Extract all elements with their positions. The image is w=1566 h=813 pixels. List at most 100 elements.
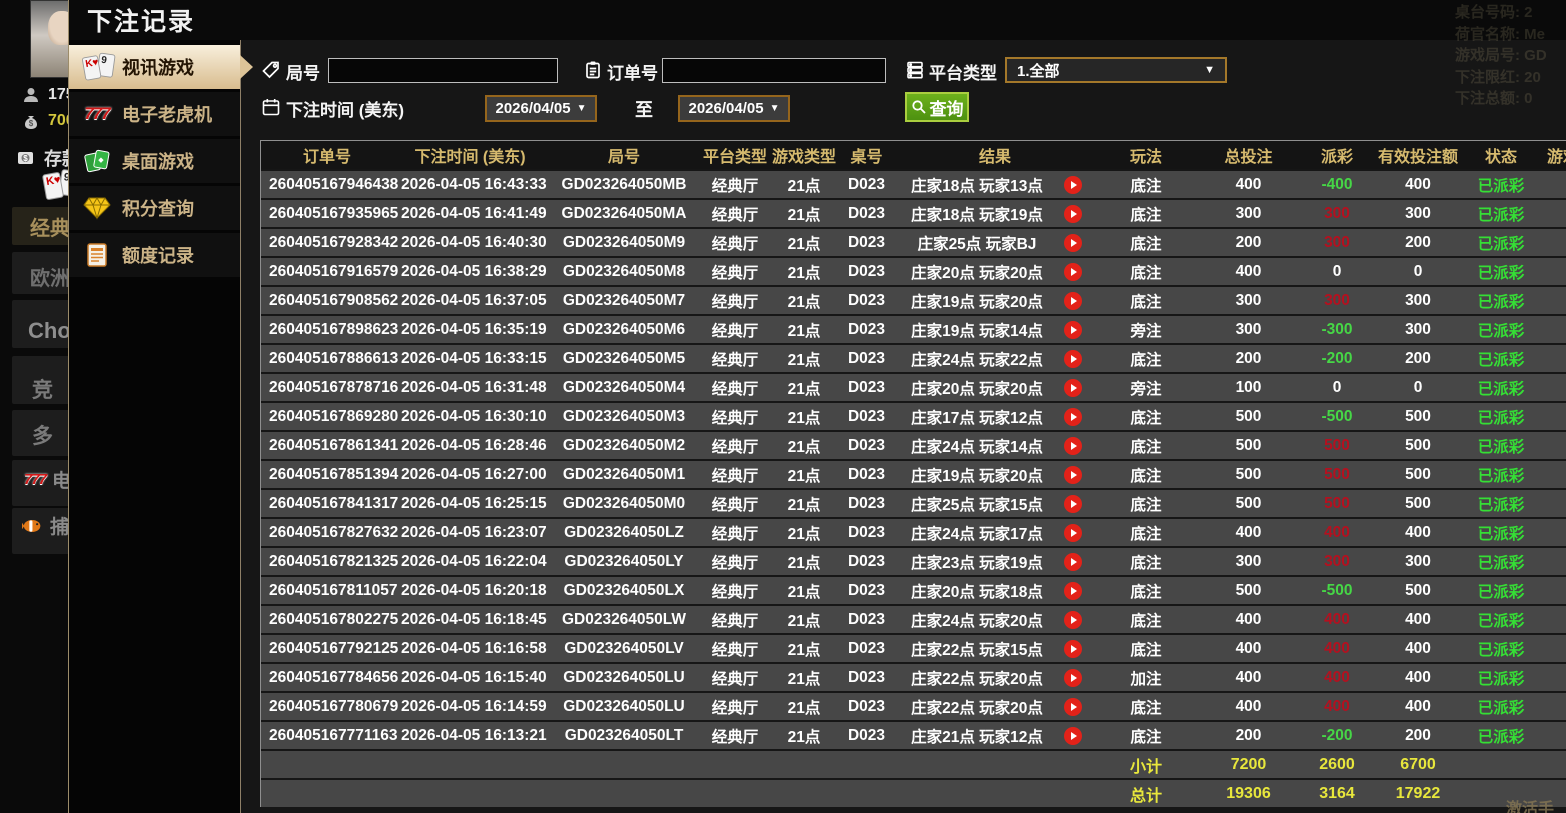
platform-list-icon [905, 60, 925, 80]
round-input[interactable] [328, 58, 558, 83]
menu-item-0[interactable]: K♥ 9 视讯游戏 [69, 45, 240, 89]
cell-game-type: 21点 [787, 206, 821, 224]
order-input[interactable] [662, 58, 886, 83]
menu-item-label: 视讯游戏 [122, 58, 194, 78]
cell-result: 庄家20点 玩家20点 [894, 377, 1096, 399]
cell-game-type: 21点 [787, 351, 821, 369]
play-video-icon[interactable] [1064, 581, 1082, 600]
bg-nav-jingmi[interactable]: 竞 [32, 374, 53, 404]
cell-platform: 经典厅 [711, 496, 759, 514]
cell-time: 2026-04-05 16:16:58 [401, 639, 547, 657]
date-from-picker[interactable]: 2026/04/05 ▼ [485, 95, 597, 122]
play-video-icon[interactable] [1064, 465, 1082, 484]
table-body: 260405167946438 2026-04-05 16:43:33 GD0232… [261, 171, 1566, 749]
cell-order: 260405167928342 [269, 233, 399, 251]
cell-status: 已派彩 [1477, 438, 1525, 456]
cell-bet: 400 [1235, 262, 1262, 280]
cell-round: GD023264050LU [563, 668, 685, 686]
play-video-icon[interactable] [1064, 233, 1082, 252]
play-video-icon[interactable] [1064, 436, 1082, 455]
cell-game-type: 21点 [787, 264, 821, 282]
svg-text:◆: ◆ [98, 157, 104, 164]
cell-round: GD023264050M1 [562, 465, 686, 483]
cell-order: 260405167878716 [269, 378, 399, 396]
play-video-icon[interactable] [1064, 378, 1082, 397]
play-video-icon[interactable] [1064, 407, 1082, 426]
query-button[interactable]: 查询 [905, 92, 969, 122]
play-video-icon[interactable] [1064, 668, 1082, 687]
cell-bet: 400 [1235, 639, 1262, 657]
cell-bet: 400 [1235, 610, 1262, 628]
cell-table: D023 [847, 726, 886, 744]
cell-play-type: 底注 [1130, 525, 1162, 543]
play-video-icon[interactable] [1064, 726, 1082, 745]
play-video-icon[interactable] [1064, 697, 1082, 716]
play-video-icon[interactable] [1064, 320, 1082, 339]
cell-game-type: 21点 [787, 699, 821, 717]
cell-table: D023 [847, 552, 886, 570]
play-video-icon[interactable] [1064, 523, 1082, 542]
cell-bet: 400 [1235, 697, 1262, 715]
play-video-icon[interactable] [1064, 349, 1082, 368]
date-to-picker[interactable]: 2026/04/05 ▼ [678, 95, 790, 122]
bg-nav-fishing[interactable]: 捕 [22, 512, 69, 539]
cell-status: 已派彩 [1477, 409, 1525, 427]
cell-order: 260405167771163 [269, 726, 398, 744]
bg-nav-duotai[interactable]: 多 [32, 420, 53, 450]
cell-order: 260405167898623 [269, 320, 399, 338]
cell-play-type: 底注 [1130, 264, 1162, 282]
column-header-7: 玩法 [1129, 149, 1162, 166]
table-row: 260405167841317 2026-04-05 16:25:15 GD0232… [261, 490, 1566, 517]
cell-game-type: 21点 [787, 293, 821, 311]
cell-table: D023 [847, 233, 886, 251]
cell-time: 2026-04-05 16:23:07 [401, 523, 547, 541]
play-video-icon[interactable] [1064, 639, 1082, 658]
cell-payout: -500 [1321, 407, 1353, 425]
cell-status: 已派彩 [1477, 467, 1525, 485]
cell-play-type: 底注 [1130, 293, 1162, 311]
play-video-icon[interactable] [1064, 291, 1082, 310]
bg-nav-europe[interactable]: 欧洲 [30, 262, 70, 291]
cell-status: 已派彩 [1477, 235, 1525, 253]
play-video-icon[interactable] [1064, 552, 1082, 571]
cell-round: GD023264050LU [563, 697, 685, 715]
cell-round: GD023264050M9 [562, 233, 686, 251]
cell-platform: 经典厅 [711, 728, 759, 746]
cell-valid: 500 [1405, 436, 1431, 454]
play-video-icon[interactable] [1064, 175, 1082, 194]
cell-order: 260405167946438 [269, 175, 399, 193]
menu-item-2[interactable]: ◆ 桌面游戏 [69, 139, 240, 183]
modal-title-bar: 下注记录 [69, 0, 1566, 40]
cell-result: 庄家21点 玩家12点 [894, 725, 1096, 747]
play-video-icon[interactable] [1064, 494, 1082, 513]
cell-order: 260405167780679 [269, 697, 399, 715]
menu-item-1[interactable]: 777 电子老虎机 [69, 92, 240, 136]
cell-valid: 500 [1405, 494, 1431, 512]
cell-bet: 200 [1235, 233, 1262, 251]
menu-item-3[interactable]: 积分查询 [69, 186, 240, 230]
betting-records-modal: 下注记录 K♥ 9 视讯游戏 777 电子老虎机 ◆ 桌面游戏 积分查询 额度记录 局号 订单号… [68, 0, 1566, 813]
play-video-icon[interactable] [1064, 610, 1082, 629]
cell-result: 庄家19点 玩家20点 [894, 290, 1096, 312]
bg-nav-classic[interactable]: 经典 [30, 212, 70, 241]
platform-select[interactable]: 1.全部 ▼ [1005, 57, 1227, 83]
cell-game-type: 21点 [787, 496, 821, 514]
menu-item-4[interactable]: 额度记录 [69, 233, 240, 277]
cell-status: 已派彩 [1477, 264, 1525, 282]
column-header-0: 订单号 [302, 149, 351, 166]
cell-game-type: 21点 [787, 641, 821, 659]
fish-icon [22, 515, 44, 537]
play-video-icon[interactable] [1064, 204, 1082, 223]
column-header-11: 状态 [1484, 149, 1517, 166]
subtotal-label: 小计 [1129, 758, 1162, 776]
search-icon [911, 100, 926, 114]
cell-bet: 300 [1235, 291, 1262, 309]
chevron-down-icon: ▼ [769, 103, 780, 114]
menu-item-label: 积分查询 [122, 199, 194, 219]
cell-bet: 500 [1235, 436, 1262, 454]
cell-result: 庄家24点 玩家20点 [894, 609, 1096, 631]
cell-payout: 300 [1324, 233, 1350, 251]
play-video-icon[interactable] [1064, 262, 1082, 281]
cell-payout: 0 [1332, 378, 1342, 396]
cell-status: 已派彩 [1477, 670, 1525, 688]
